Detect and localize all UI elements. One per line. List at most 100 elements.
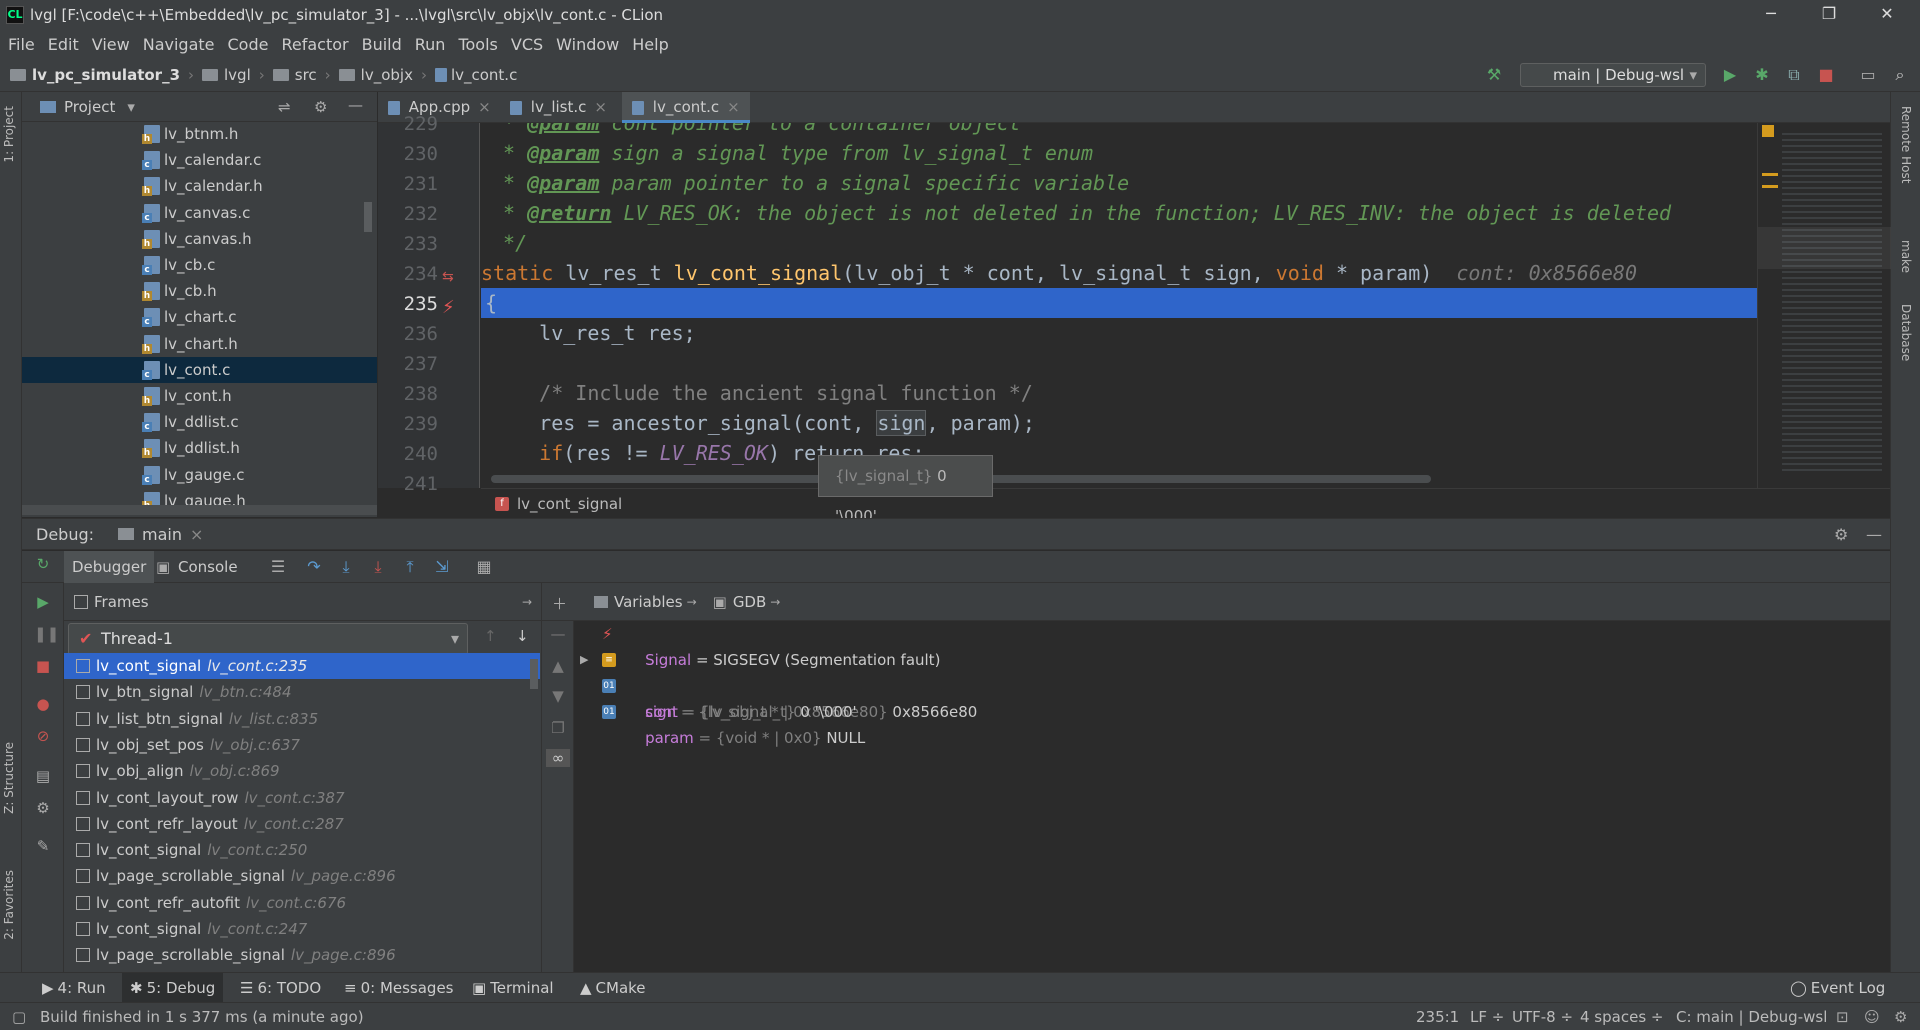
event-log-button[interactable]: ◯ Event Log — [1782, 973, 1893, 1003]
frame-row[interactable]: lv_cont_refr_autofit lv_cont.c:676 — [64, 890, 540, 916]
tree-item[interactable]: c lv_calendar.c — [22, 147, 377, 173]
vertical-scrollbar[interactable] — [364, 202, 372, 232]
line-separator[interactable]: LF ÷ — [1470, 1003, 1504, 1030]
hide-icon[interactable]: — — [348, 96, 363, 114]
lock-icon[interactable]: ⊡ — [1836, 1003, 1849, 1030]
rerun-icon[interactable]: ↻ — [34, 555, 52, 573]
tree-item[interactable]: c lv_chart.c — [22, 304, 377, 330]
pin-icon[interactable]: ✎ — [34, 837, 52, 855]
step-into-icon[interactable]: ⤓ — [336, 557, 356, 577]
tree-item[interactable]: h lv_chart.h — [22, 331, 377, 357]
tab-debugger[interactable]: Debugger — [64, 551, 155, 583]
project-title[interactable]: Project — [64, 98, 115, 116]
mute-breakpoints-icon[interactable]: ⊘ — [34, 727, 52, 745]
copy-icon[interactable]: ❐ — [549, 719, 567, 737]
hide-icon[interactable]: — — [1866, 525, 1882, 544]
chevron-down-icon[interactable]: ▾ — [127, 98, 135, 116]
tree-item[interactable]: h lv_calendar.h — [22, 173, 377, 199]
frame-row[interactable]: lv_list_btn_signal lv_list.c:835 — [64, 706, 540, 732]
tool-tab-todo[interactable]: ☰ 6: TODO — [232, 973, 329, 1003]
gear-icon[interactable]: ⚙ — [1834, 525, 1848, 544]
frame-row[interactable]: lv_btn_signal lv_btn.c:484 — [64, 679, 540, 705]
gdb-title[interactable]: GDB — [733, 593, 766, 611]
tree-item[interactable]: h lv_ddlist.h — [22, 435, 377, 461]
tool-tab-cmake[interactable]: ▲ CMake — [572, 973, 654, 1003]
frame-row[interactable]: lv_cont_signal lv_cont.c:250 — [64, 837, 540, 863]
stop-icon[interactable]: ■ — [34, 657, 52, 675]
variable-cont[interactable]: ▶ ≡ cont = {lv_obj_t * | 0x8566e80} 0x856… — [574, 647, 977, 721]
menu-window[interactable]: Window — [556, 35, 619, 54]
breadcrumb-project[interactable]: lv_pc_simulator_3 — [32, 66, 180, 84]
menu-navigate[interactable]: Navigate — [143, 35, 215, 54]
resolve-context[interactable]: C: main | Debug-wsl — [1676, 1003, 1827, 1030]
close-icon[interactable]: × — [190, 525, 203, 544]
variable-sign[interactable]: 01 sign = {lv_signal_t} 0 '\000' — [574, 673, 857, 721]
frame-row[interactable]: lv_cont_signal lv_cont.c:235 — [64, 653, 540, 679]
move-up-icon[interactable]: ▲ — [549, 657, 567, 675]
minimap-viewport[interactable] — [1758, 227, 1891, 269]
minimize-button[interactable]: ─ — [1742, 0, 1800, 30]
variables-title[interactable]: Variables — [614, 593, 683, 611]
tree-item[interactable]: h lv_cb.h — [22, 278, 377, 304]
tab-lv-cont-c[interactable]: lv_cont.c × — [622, 92, 750, 123]
pin-arrow-icon[interactable]: → — [687, 595, 697, 609]
close-icon[interactable]: × — [594, 98, 607, 116]
frame-row[interactable]: lv_obj_set_pos lv_obj.c:637 — [64, 732, 540, 758]
search-icon[interactable]: ⌕ — [1890, 65, 1910, 85]
tree-item[interactable]: c lv_canvas.c — [22, 200, 377, 226]
code-editor[interactable]: * @param cont pointer to a container obj… — [481, 123, 1757, 488]
status-icon[interactable]: ▢ — [12, 1003, 26, 1030]
menu-file[interactable]: File — [8, 35, 35, 54]
tree-item[interactable]: h lv_canvas.h — [22, 226, 377, 252]
close-icon[interactable]: × — [727, 98, 740, 116]
frame-row[interactable]: lv_obj_align lv_obj.c:869 — [64, 758, 540, 784]
expand-arrow-icon[interactable]: ▶ — [580, 647, 588, 673]
breadcrumb-lvgl[interactable]: lvgl — [224, 66, 251, 84]
tree-item[interactable]: c lv_cb.c — [22, 252, 377, 278]
close-window-button[interactable]: ✕ — [1858, 0, 1916, 30]
recursion-arrows-icon[interactable]: ⇆ — [442, 269, 454, 285]
run-icon[interactable]: ▶ — [1720, 65, 1740, 85]
show-execution-point-icon[interactable]: ☰ — [268, 557, 288, 577]
horizontal-scrollbar[interactable] — [22, 505, 377, 515]
view-breakpoints-icon[interactable]: ● — [34, 695, 52, 713]
add-watch-icon[interactable]: ＋ — [552, 593, 567, 614]
tool-tab-favorites[interactable]: 2: Favorites — [2, 870, 16, 940]
tree-item[interactable]: h lv_btnm.h — [22, 121, 377, 147]
pause-icon[interactable]: ❚❚ — [34, 625, 59, 643]
move-down-icon[interactable]: ▼ — [549, 687, 567, 705]
tab-lv-list-c[interactable]: lv_list.c × — [500, 92, 618, 123]
code-minimap[interactable] — [1757, 123, 1891, 488]
tree-item[interactable]: c lv_gauge.c — [22, 462, 377, 488]
menu-refactor[interactable]: Refactor — [281, 35, 348, 54]
restore-layout-icon[interactable]: ▤ — [34, 767, 52, 785]
run-configuration-select[interactable]: main | Debug-wsl ▾ — [1520, 63, 1706, 87]
file-encoding[interactable]: UTF-8 ÷ — [1512, 1003, 1573, 1030]
layout-icon[interactable]: ▭ — [1858, 65, 1878, 85]
menu-edit[interactable]: Edit — [48, 35, 79, 54]
tool-tab-make[interactable]: make — [1899, 240, 1913, 273]
attach-icon[interactable]: ⧉ — [1784, 65, 1804, 85]
frame-row[interactable]: lv_cont_layout_row lv_cont.c:387 — [64, 785, 540, 811]
resume-icon[interactable]: ▶ — [34, 593, 52, 611]
menu-code[interactable]: Code — [228, 35, 269, 54]
next-frame-icon[interactable]: ↓ — [516, 627, 529, 645]
step-over-icon[interactable]: ↷ — [304, 557, 324, 577]
force-step-into-icon[interactable]: ⤓ — [368, 557, 388, 577]
frame-row[interactable]: lv_cont_refr_layout lv_cont.c:287 — [64, 811, 540, 837]
pin-arrow-icon[interactable]: → — [522, 595, 532, 609]
stop-icon[interactable]: ■ — [1816, 65, 1836, 85]
tree-item[interactable]: c lv_ddlist.c — [22, 409, 377, 435]
tool-tab-messages[interactable]: ≡ 0: Messages — [336, 973, 462, 1003]
menu-run[interactable]: Run — [415, 35, 446, 54]
previous-frame-icon[interactable]: ↑ — [484, 627, 497, 645]
pin-arrow-icon[interactable]: → — [770, 595, 780, 609]
tool-tab-structure[interactable]: Z: Structure — [2, 742, 16, 814]
build-hammer-icon[interactable]: ⚒ — [1484, 65, 1504, 85]
breadcrumb-lv-objx[interactable]: lv_objx — [361, 66, 413, 84]
breadcrumb-file[interactable]: lv_cont.c — [451, 66, 517, 84]
evaluate-expression-icon[interactable]: ▦ — [474, 557, 494, 577]
caret-position[interactable]: 235:1 — [1416, 1003, 1459, 1030]
gear-icon[interactable]: ⚙ — [314, 98, 327, 116]
warning-stripe[interactable] — [1762, 173, 1778, 176]
